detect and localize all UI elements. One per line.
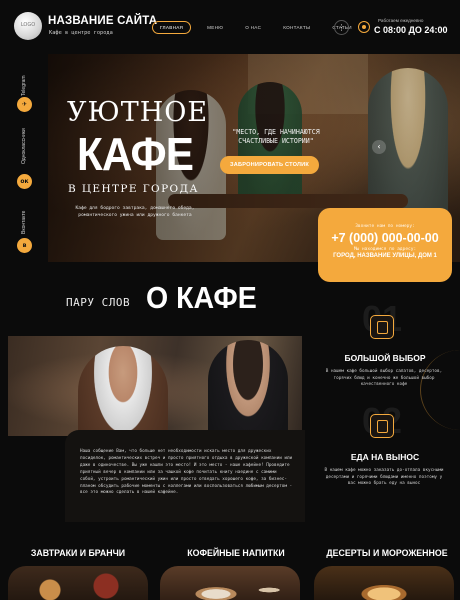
desserts-photo[interactable] bbox=[314, 566, 454, 600]
address: ГОРОД, НАЗВАНИЕ УЛИЦЫ, ДОМ 1 bbox=[333, 253, 437, 259]
hero-title-line3: В ЦЕНТРЕ ГОРОДА bbox=[68, 183, 199, 195]
about-heading: О КАФЕ bbox=[146, 280, 257, 315]
nav-item-menu[interactable]: МЕНЮ bbox=[207, 25, 223, 30]
vk-icon[interactable]: в bbox=[17, 238, 32, 253]
category-title-coffee[interactable]: КОФЕЙНЫЕ НАПИТКИ bbox=[178, 548, 294, 558]
address-label: Мы находимся по адресу: bbox=[353, 247, 417, 252]
feature-text-1: В нашем кафе большой выбор салатов, десе… bbox=[325, 369, 443, 387]
more-menu-icon[interactable]: ⋮ bbox=[334, 20, 349, 35]
about-text: Наша cобщение Вам, что больше нет необхо… bbox=[80, 449, 293, 496]
nav-item-about[interactable]: О НАС bbox=[245, 25, 261, 30]
feature-text-2: В нашем кафе можно заказать до-отпала вк… bbox=[324, 468, 444, 486]
category-title-breakfast[interactable]: ЗАВТРАКИ И БРАНЧИ bbox=[20, 548, 136, 558]
nav-item-home[interactable]: ГЛАВНАЯ bbox=[152, 20, 192, 34]
nav-item-contacts[interactable]: КОНТАКТЫ bbox=[283, 25, 310, 30]
phone-label: Звоните нам по номеру: bbox=[355, 224, 415, 229]
breakfast-photo[interactable] bbox=[8, 566, 148, 600]
social-rail: Telegram ✈ Одноклассники ок Вконтакте в bbox=[0, 54, 48, 264]
about-photo-waiter bbox=[78, 346, 168, 436]
slider-prev-icon[interactable]: ‹ bbox=[372, 140, 386, 154]
phone-icon bbox=[358, 21, 370, 33]
hours-label: Работаем ежедневно bbox=[378, 18, 424, 23]
menu-book-icon bbox=[370, 315, 394, 339]
hero-title-line1: УЮТНОЕ bbox=[67, 97, 209, 128]
hero-title-line2: КАФЕ bbox=[77, 128, 194, 180]
logo-text: LOGO bbox=[20, 22, 36, 28]
reserve-table-button[interactable]: ЗАБРОНИРОВАТЬ СТОЛИК bbox=[220, 156, 319, 174]
about-photo-guest bbox=[208, 340, 288, 436]
coffee-photo[interactable] bbox=[160, 566, 300, 600]
logo[interactable]: LOGO bbox=[14, 12, 42, 40]
social-label-telegram[interactable]: Telegram bbox=[21, 75, 27, 96]
about-heading-small: ПАРУ СЛОВ bbox=[66, 296, 131, 309]
feature-title-2: ЕДА НА ВЫНОС bbox=[350, 452, 420, 462]
opening-hours: С 08:00 ДО 24:00 bbox=[374, 25, 448, 35]
about-photo bbox=[8, 336, 302, 436]
social-label-vk[interactable]: Вконтакте bbox=[21, 211, 27, 234]
site-title[interactable]: НАЗВАНИЕ САЙТА bbox=[48, 15, 157, 27]
contact-card: Звоните нам по номеру: +7 (000) 000-00-0… bbox=[318, 208, 452, 282]
telegram-icon[interactable]: ✈ bbox=[17, 97, 32, 112]
odnoklassniki-icon[interactable]: ок bbox=[17, 174, 32, 189]
category-title-desserts[interactable]: ДЕСЕРТЫ И МОРОЖЕННОЕ bbox=[322, 548, 452, 558]
hero-description: Кафе для бодрого завтрака, домашнего обе… bbox=[75, 206, 195, 218]
site-header: LOGO НАЗВАНИЕ САЙТА Кафе в центре города… bbox=[0, 0, 460, 54]
takeaway-cup-icon bbox=[370, 414, 394, 438]
social-label-odnoklassniki[interactable]: Одноклассники bbox=[21, 128, 27, 164]
site-subtitle: Кафе в центре города bbox=[49, 30, 113, 36]
phone-number[interactable]: +7 (000) 000-00-00 bbox=[318, 231, 452, 245]
feature-title-1: БОЛЬШОЙ ВЫБОР bbox=[344, 353, 426, 363]
hero-quote: "МЕСТО, ГДЕ НАЧИНАЮТСЯ СЧАСТЛИВЫЕ ИСТОРИ… bbox=[232, 128, 320, 145]
